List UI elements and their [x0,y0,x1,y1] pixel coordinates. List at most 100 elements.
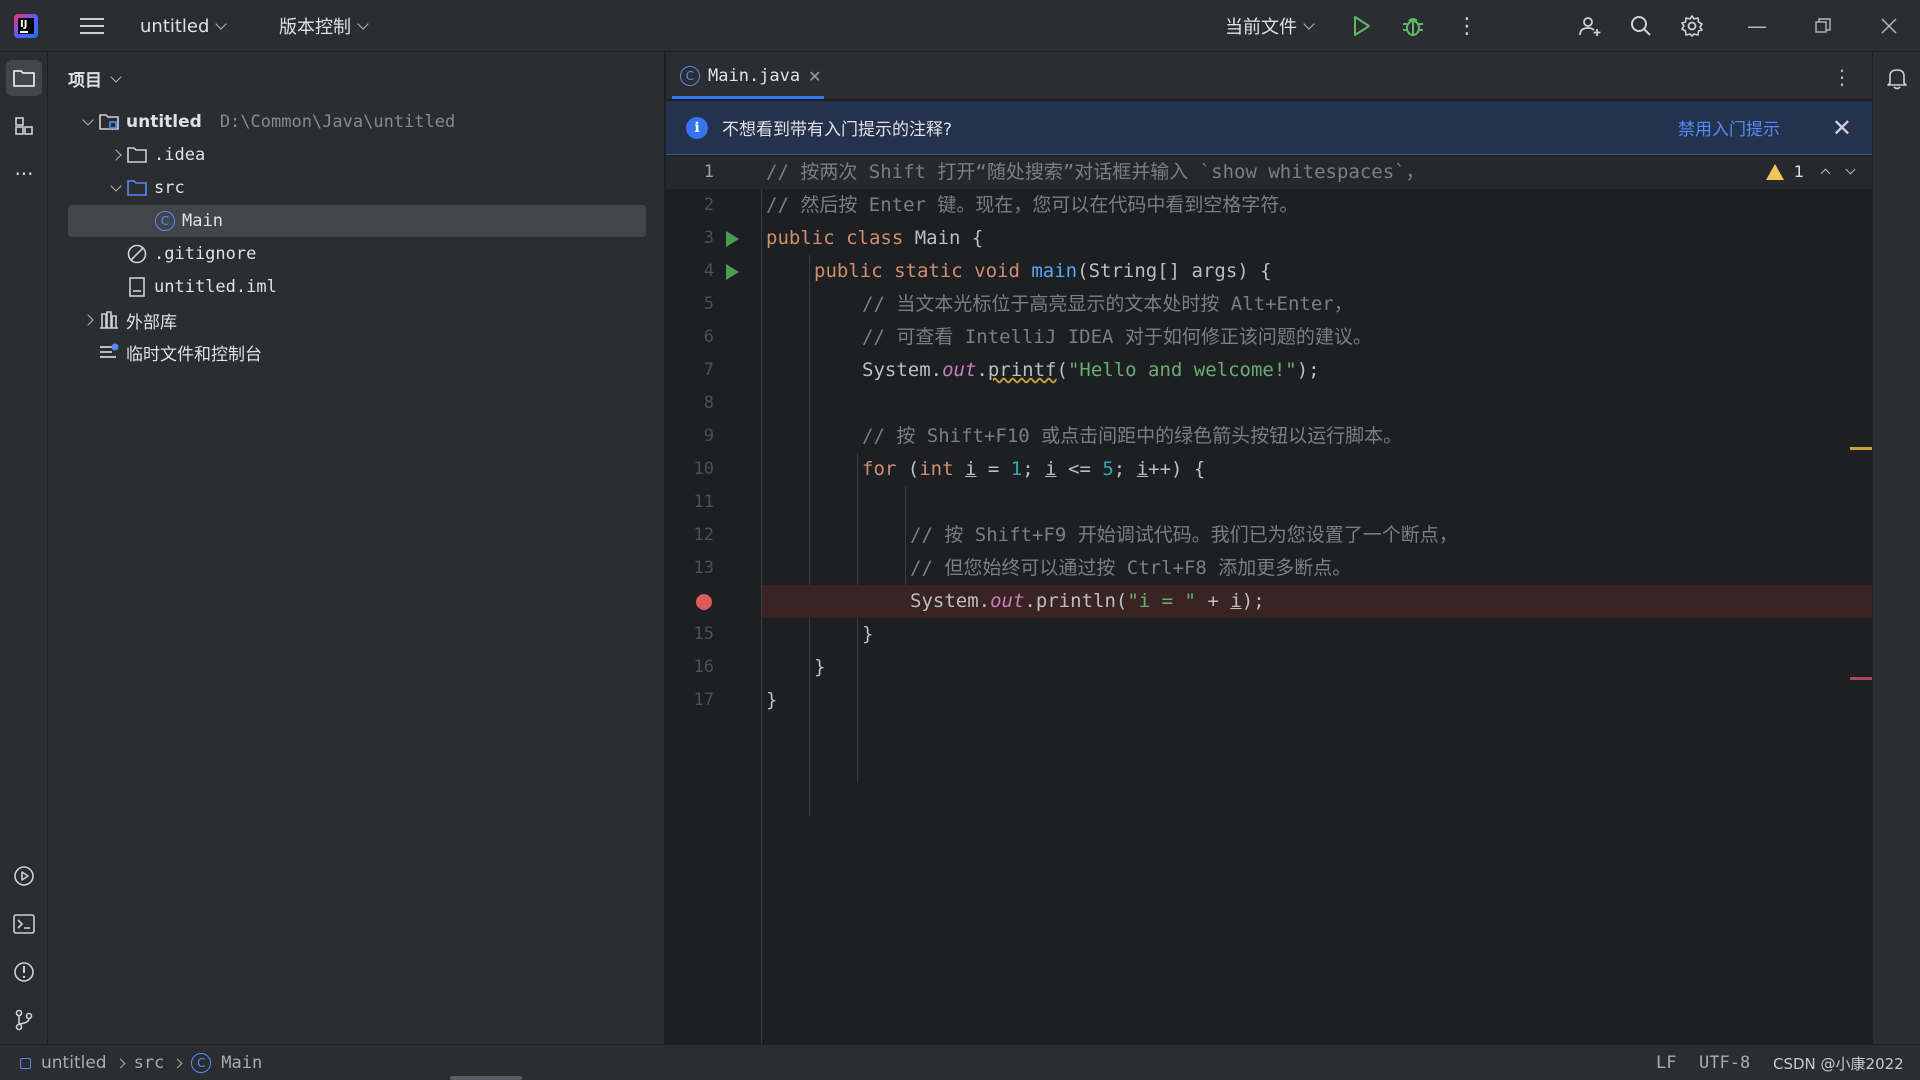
project-switcher[interactable]: untitled [140,0,228,52]
structure-tool-button[interactable] [6,108,42,144]
close-window-button[interactable] [1869,0,1909,52]
code-text: for (int i = 1; i <= 5; i++) { [862,453,1205,486]
status-bar: untitled src C Main LF UTF-8 CSDN @小康202… [0,1044,1920,1080]
warning-scroll-marker[interactable] [1850,447,1872,450]
module-icon [20,1057,31,1069]
code-text: // 可查看 IntelliJ IDEA 对于如何修正该问题的建议。 [862,326,1372,348]
tree-item-external-libraries[interactable]: 外部库 [68,304,646,336]
code-line: 16 } [666,651,1872,684]
search-button[interactable] [1630,0,1652,52]
chevron-down-icon [215,18,228,30]
breakpoint-icon[interactable] [696,594,712,610]
code-line: 6 // 可查看 IntelliJ IDEA 对于如何修正该问题的建议。 [666,321,1872,354]
code-line: 15 } [666,618,1872,651]
line-number: 10 [693,459,714,479]
code-token: ); [1296,359,1320,381]
code-number: 5 [1102,458,1114,480]
chevron-up-icon[interactable] [1820,168,1831,179]
tree-item-src[interactable]: src [68,172,646,204]
code-editor[interactable]: 1 // 按两次 Shift 打开“随处搜索”对话框并输入 `show whit… [666,156,1872,1044]
watermark-label: CSDN @小康2022 [1773,1054,1904,1073]
breadcrumb-item[interactable]: untitled [41,1053,107,1073]
chevron-down-icon [110,180,122,192]
run-gutter-icon[interactable] [726,264,739,280]
disable-hints-link[interactable]: 禁用入门提示 [1678,115,1780,140]
code-line: 9 // 按 Shift+F10 或点击间距中的绿色箭头按钮以运行脚本。 [666,420,1872,453]
git-tool-button[interactable] [6,1002,42,1038]
run-icon [1354,16,1370,36]
run-config-label: 当前文件 [1225,17,1297,38]
hint-banner: i 不想看到带有入门提示的注释? 禁用入门提示 ✕ [666,101,1872,155]
project-panel-title[interactable]: 项目 [68,66,122,91]
code-number: 1 [1010,458,1023,480]
horizontal-scrollbar-thumb[interactable] [450,1076,522,1080]
services-tool-button[interactable] [6,858,42,894]
chevron-down-icon[interactable] [1845,164,1856,175]
code-variable: i [1045,458,1057,480]
more-tools-icon[interactable]: ··· [6,156,42,192]
intellij-logo-icon[interactable]: IJ [14,0,42,52]
close-banner-icon[interactable]: ✕ [1832,114,1852,142]
tab-label: Main.java [708,66,801,86]
tab-main-java[interactable]: C Main.java ✕ [674,52,828,100]
tree-item-label: Main [182,211,223,231]
code-text: // 然后按 Enter 键。现在，您可以在代码中看到空格字符。 [766,194,1299,216]
project-tool-button[interactable] [6,60,42,96]
tree-item-main[interactable]: C Main [68,205,646,237]
line-number: 11 [693,492,714,512]
inspection-widget[interactable]: 1 [1765,162,1856,181]
chevron-down-icon [357,18,369,30]
problems-icon [14,962,34,982]
encoding-widget[interactable]: UTF-8 [1699,1045,1750,1080]
tree-item-label: 临时文件和控制台 [126,344,262,365]
notifications-button[interactable] [1879,60,1915,96]
code-token: System. [862,359,943,381]
tree-item-gitignore[interactable]: .gitignore [68,238,646,270]
debug-button[interactable] [1400,0,1426,52]
tree-item-scratches[interactable]: 临时文件和控制台 [68,336,646,368]
chevron-down-icon [82,114,94,126]
code-text: public static void main(String[] args) { [814,255,1272,288]
project-panel-label: 项目 [68,71,102,91]
close-tab-icon[interactable]: ✕ [808,67,821,86]
problems-tool-button[interactable] [6,954,42,990]
code-token: <= [1056,458,1103,480]
code-string: "Hello and welcome!" [1067,359,1297,381]
code-line: 2 // 然后按 Enter 键。现在，您可以在代码中看到空格字符。 [666,189,1872,222]
tree-item-untitled[interactable]: untitled D:\Common\Java\untitled [68,106,646,138]
code-token: = [976,458,1011,480]
code-line: 3 public class Main { [666,222,1872,255]
tree-item-iml[interactable]: untitled.iml [68,271,646,303]
chevron-right-icon [172,1058,183,1068]
tree-item-idea[interactable]: .idea [68,139,646,171]
bug-icon [1403,18,1423,36]
settings-button[interactable] [1680,0,1704,52]
breadcrumb-item[interactable]: Main [221,1053,262,1073]
code-text: // 但您始终可以通过按 Ctrl+F8 添加更多断点。 [910,557,1352,579]
vcs-menu-label: 版本控制 [279,17,351,38]
breadcrumb-item[interactable]: src [134,1053,165,1073]
banner-message: 不想看到带有入门提示的注释? [722,120,953,140]
code-token: + [1196,590,1231,612]
run-button[interactable] [1349,0,1373,52]
more-actions-icon[interactable]: ⋮ [1456,0,1478,52]
line-separator-widget[interactable]: LF [1656,1045,1676,1080]
run-gutter-icon[interactable] [726,231,739,247]
search-icon [1631,16,1651,36]
breakpoint-scroll-marker[interactable] [1850,677,1872,680]
vcs-menu[interactable]: 版本控制 [279,0,369,52]
restore-button[interactable] [1803,0,1843,52]
run-configuration-selector[interactable]: 当前文件 [1225,0,1315,52]
code-line: 5 // 当文本光标位于高亮显示的文本处时按 Alt+Enter， [666,288,1872,321]
main-menu-icon[interactable] [78,0,106,52]
code-text: System.out.println("i = " + i); [910,585,1265,618]
add-user-button[interactable] [1578,0,1602,52]
chevron-right-icon [115,1058,126,1068]
tab-options-icon[interactable]: ⋮ [1832,65,1852,89]
minimize-button[interactable]: — [1737,0,1777,52]
chevron-down-icon [1303,18,1315,30]
project-name: untitled [140,15,210,37]
terminal-tool-button[interactable] [6,906,42,942]
line-number: 4 [703,261,714,281]
java-class-icon: C [680,66,700,86]
